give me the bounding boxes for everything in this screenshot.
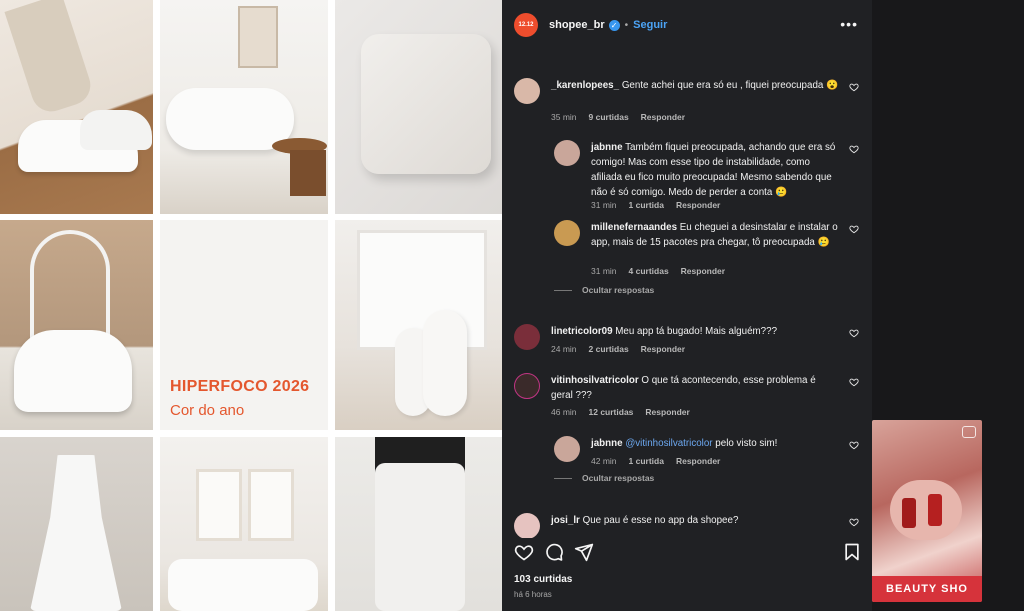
hide-replies-button[interactable]: Ocultar respostas <box>554 285 654 295</box>
comment-username[interactable]: vitinhosilvatricolor <box>551 375 639 386</box>
divider <box>554 290 572 292</box>
heart-icon[interactable] <box>849 224 859 234</box>
reel-thumbnail[interactable]: BEAUTY SHO <box>872 420 982 602</box>
comment-time: 31 min <box>591 200 617 210</box>
heart-icon[interactable] <box>849 440 859 450</box>
heart-icon[interactable] <box>849 517 859 527</box>
comment-likes[interactable]: 1 curtida <box>629 200 664 210</box>
comment-time: 42 min <box>591 456 617 466</box>
hide-replies-button[interactable]: Ocultar respostas <box>554 473 654 483</box>
image-pillow <box>335 0 502 214</box>
comment-username[interactable]: jabnne <box>591 438 623 449</box>
account-username[interactable]: shopee_br <box>549 19 605 31</box>
comment-time: 24 min <box>551 344 577 354</box>
comment-item: _karenlopees_ Gente achei que era só eu … <box>514 78 859 128</box>
comment-username[interactable]: linetricolor09 <box>551 326 613 337</box>
comment-username[interactable]: millenefernaandes <box>591 222 677 233</box>
heart-icon[interactable] <box>849 328 859 338</box>
heart-icon[interactable] <box>849 377 859 387</box>
follow-button[interactable]: Seguir <box>633 19 667 31</box>
post-panel: 12.12 shopee_br ✓ • Seguir ••• _karenlop… <box>502 0 872 611</box>
comment-username[interactable]: _karenlopees_ <box>551 80 619 91</box>
comment-time: 35 min <box>551 112 577 122</box>
comment-likes[interactable]: 1 curtida <box>629 456 664 466</box>
post-header: 12.12 shopee_br ✓ • Seguir ••• <box>502 0 872 50</box>
image-vases <box>335 220 502 430</box>
comment-item: vitinhosilvatricolor O que tá acontecend… <box>514 373 859 421</box>
promo-title: HIPERFOCO 2026 <box>170 378 310 395</box>
avatar[interactable] <box>514 513 540 538</box>
reply-button[interactable]: Responder <box>645 407 689 417</box>
mention-link[interactable]: @vitinhosilvatricolor <box>625 438 712 449</box>
avatar[interactable] <box>514 373 540 399</box>
comment-icon[interactable] <box>544 542 564 562</box>
heart-icon[interactable] <box>849 82 859 92</box>
image-cargo-pants <box>335 437 502 611</box>
avatar[interactable] <box>554 436 580 462</box>
share-icon[interactable] <box>574 542 594 562</box>
image-dress <box>0 437 153 611</box>
avatar[interactable] <box>554 140 580 166</box>
comment-likes[interactable]: 2 curtidas <box>589 344 629 354</box>
thumbnail-banner: BEAUTY SHO <box>872 576 982 602</box>
heart-icon[interactable] <box>849 144 859 154</box>
reply-button[interactable]: Responder <box>676 200 720 210</box>
separator-dot: • <box>624 19 629 31</box>
post-actions <box>502 540 872 566</box>
account-avatar[interactable]: 12.12 <box>514 13 538 37</box>
comment-time: 31 min <box>591 266 617 276</box>
comment-text: Gente achei que era só eu , fiquei preoc… <box>621 80 839 91</box>
comments-list[interactable]: _karenlopees_ Gente achei que era só eu … <box>502 68 872 538</box>
avatar[interactable] <box>514 78 540 104</box>
comment-likes[interactable]: 12 curtidas <box>589 407 634 417</box>
comment-text: Meu app tá bugado! Mais alguém??? <box>615 326 778 337</box>
likes-count[interactable]: 103 curtidas <box>514 574 572 585</box>
product-image-grid: HIPERFOCO 2026 Cor do ano <box>0 0 502 611</box>
divider <box>554 478 572 480</box>
comment-time: 46 min <box>551 407 577 417</box>
post-time: há 6 horas <box>514 590 552 599</box>
reply-button[interactable]: Responder <box>641 344 685 354</box>
reply-button[interactable]: Responder <box>681 266 725 276</box>
reply-item: millenefernaandes Eu cheguei a desinstal… <box>554 220 859 278</box>
comment-likes[interactable]: 4 curtidas <box>629 266 669 276</box>
avatar[interactable] <box>514 324 540 350</box>
like-icon[interactable] <box>514 542 534 562</box>
reel-icon <box>962 426 976 438</box>
comment-text: Também fiquei preocupada, achando que er… <box>591 142 836 198</box>
comment-item: linetricolor09 Meu app tá bugado! Mais a… <box>514 324 859 358</box>
image-living-room-sofa <box>160 0 328 214</box>
comment-username[interactable]: josi_lr <box>551 515 580 526</box>
reply-item: jabnne Também fiquei preocupada, achando… <box>554 140 859 212</box>
bookmark-icon[interactable] <box>842 542 862 562</box>
comment-likes[interactable]: 9 curtidas <box>589 112 629 122</box>
reply-button[interactable]: Responder <box>641 112 685 122</box>
verified-badge-icon: ✓ <box>608 19 620 31</box>
image-handbag <box>0 220 153 430</box>
image-wall-art <box>160 437 328 611</box>
more-options-icon[interactable]: ••• <box>840 16 858 32</box>
reply-item: jabnne @vitinhosilvatricolor pelo visto … <box>554 436 859 470</box>
comment-item: josi_lr Que pau é esse no app da shopee? <box>514 513 859 538</box>
promo-tile: HIPERFOCO 2026 Cor do ano <box>160 220 328 430</box>
comment-text: Que pau é esse no app da shopee? <box>582 515 739 526</box>
comment-username[interactable]: jabnne <box>591 142 623 153</box>
reply-button[interactable]: Responder <box>676 456 720 466</box>
comment-text: pelo visto sim! <box>712 438 778 449</box>
image-sneakers <box>0 0 153 214</box>
promo-subtitle: Cor do ano <box>170 402 245 419</box>
avatar[interactable] <box>554 220 580 246</box>
